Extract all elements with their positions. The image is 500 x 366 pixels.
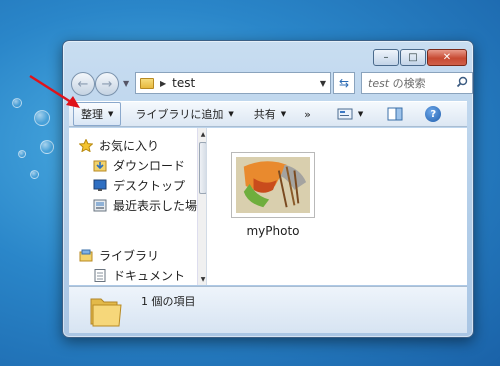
share-button[interactable]: 共有 ▼ [246,102,294,126]
nav-item-label: ドキュメント [113,268,186,283]
nav-item-label: 最近表示した場所 [113,198,207,213]
change-view-button[interactable]: ▼ [329,103,371,125]
desktop-bubble [30,170,39,179]
desktop-bubble [34,110,50,126]
nav-item-label: ライブラリ [99,248,160,263]
search-placeholder-suffix: の検索 [389,77,426,90]
file-thumbnail[interactable] [231,152,315,218]
minimize-icon: – [383,52,389,63]
chevron-down-icon: ▼ [280,110,287,118]
desktop-bubble [12,98,22,108]
share-label: 共有 [253,108,276,121]
more-commands-button[interactable]: » [296,104,319,125]
desktop-icon [93,179,107,191]
add-to-library-label: ライブラリに追加 [135,108,224,121]
add-to-library-button[interactable]: ライブラリに追加 ▼ [127,102,241,126]
forward-button[interactable]: → [95,72,119,96]
preview-pane-icon [387,107,403,121]
explorer-window: – □ ✕ ← → ▼ ▶ test ▼ ⇆ test の検索 整理 ▼ ライブラ… [62,40,474,338]
minimize-button[interactable]: – [373,49,399,66]
nav-item-downloads[interactable]: ダウンロード [93,156,185,174]
recent-places-icon [93,199,107,211]
details-pane: 1 個の項目 [69,286,467,333]
nav-item-documents[interactable]: ドキュメント [93,266,185,284]
nav-item-label: お気に入り [99,138,160,153]
chevron-down-icon: ▼ [108,110,114,118]
refresh-button[interactable]: ⇆ [333,72,355,94]
preview-pane-button[interactable] [379,103,411,125]
close-button[interactable]: ✕ [427,49,467,66]
search-placeholder-folder: test [368,77,390,90]
file-name[interactable]: myPhoto [231,224,315,238]
file-list: myPhoto [209,128,467,285]
nav-item-recent-places[interactable]: 最近表示した場所 [93,196,207,214]
more-label: » [304,107,311,121]
address-bar[interactable]: ▶ test ▼ [135,72,331,94]
desktop-bubble [40,140,54,154]
downloads-icon [93,160,107,171]
recent-pages-dropdown[interactable]: ▼ [123,79,129,88]
item-count: 1 個の項目 [141,295,196,308]
nav-item-libraries[interactable]: ライブラリ [79,246,159,264]
scroll-thumb[interactable] [199,142,206,194]
help-button[interactable]: ? [417,102,449,126]
folder-icon [90,298,122,327]
nav-pane-scrollbar[interactable]: ▲ ▼ [197,128,206,285]
content-area: お気に入り ダウンロード デスクトップ 最近表示した場所 ライブラリ ドキュメン… [69,128,467,285]
nav-item-label: ダウンロード [113,158,186,173]
scroll-up-icon[interactable]: ▲ [198,128,206,140]
search-icon[interactable] [456,76,468,88]
nav-item-favorites[interactable]: お気に入り [79,136,159,154]
nav-item-label: デスクトップ [113,178,186,193]
breadcrumb-arrow-icon[interactable]: ▶ [160,79,166,88]
navigation-pane: お気に入り ダウンロード デスクトップ 最近表示した場所 ライブラリ ドキュメン… [69,128,207,285]
maximize-icon: □ [408,52,418,63]
photo-thumbnail-image [236,157,310,213]
libraries-icon [79,249,93,261]
breadcrumb-test[interactable]: test [172,76,195,90]
documents-icon [94,268,106,282]
help-icon: ? [425,106,442,122]
address-dropdown-icon[interactable]: ▼ [320,79,326,88]
chevron-down-icon: ▼ [357,110,364,118]
caption-buttons: – □ ✕ [372,49,467,66]
annotation-arrow-icon [29,74,80,108]
navigation-bar: ← → ▼ ▶ test ▼ ⇆ test の検索 [71,71,473,97]
search-placeholder: test の検索 [368,75,426,91]
chevron-down-icon: ▼ [228,110,234,118]
close-icon: ✕ [442,52,452,63]
star-icon [79,138,93,152]
folder-icon [140,77,154,89]
refresh-icon: ⇆ [338,76,350,90]
command-bar: 整理 ▼ ライブラリに追加 ▼ 共有 ▼ » ▼ ? [69,101,467,127]
forward-arrow-icon: → [101,76,113,92]
nav-item-desktop[interactable]: デスクトップ [93,176,185,194]
maximize-button[interactable]: □ [400,49,426,66]
scroll-down-icon[interactable]: ▼ [198,273,206,285]
view-icon [337,108,353,120]
desktop-bubble [18,150,26,158]
search-input[interactable]: test の検索 [361,72,473,94]
